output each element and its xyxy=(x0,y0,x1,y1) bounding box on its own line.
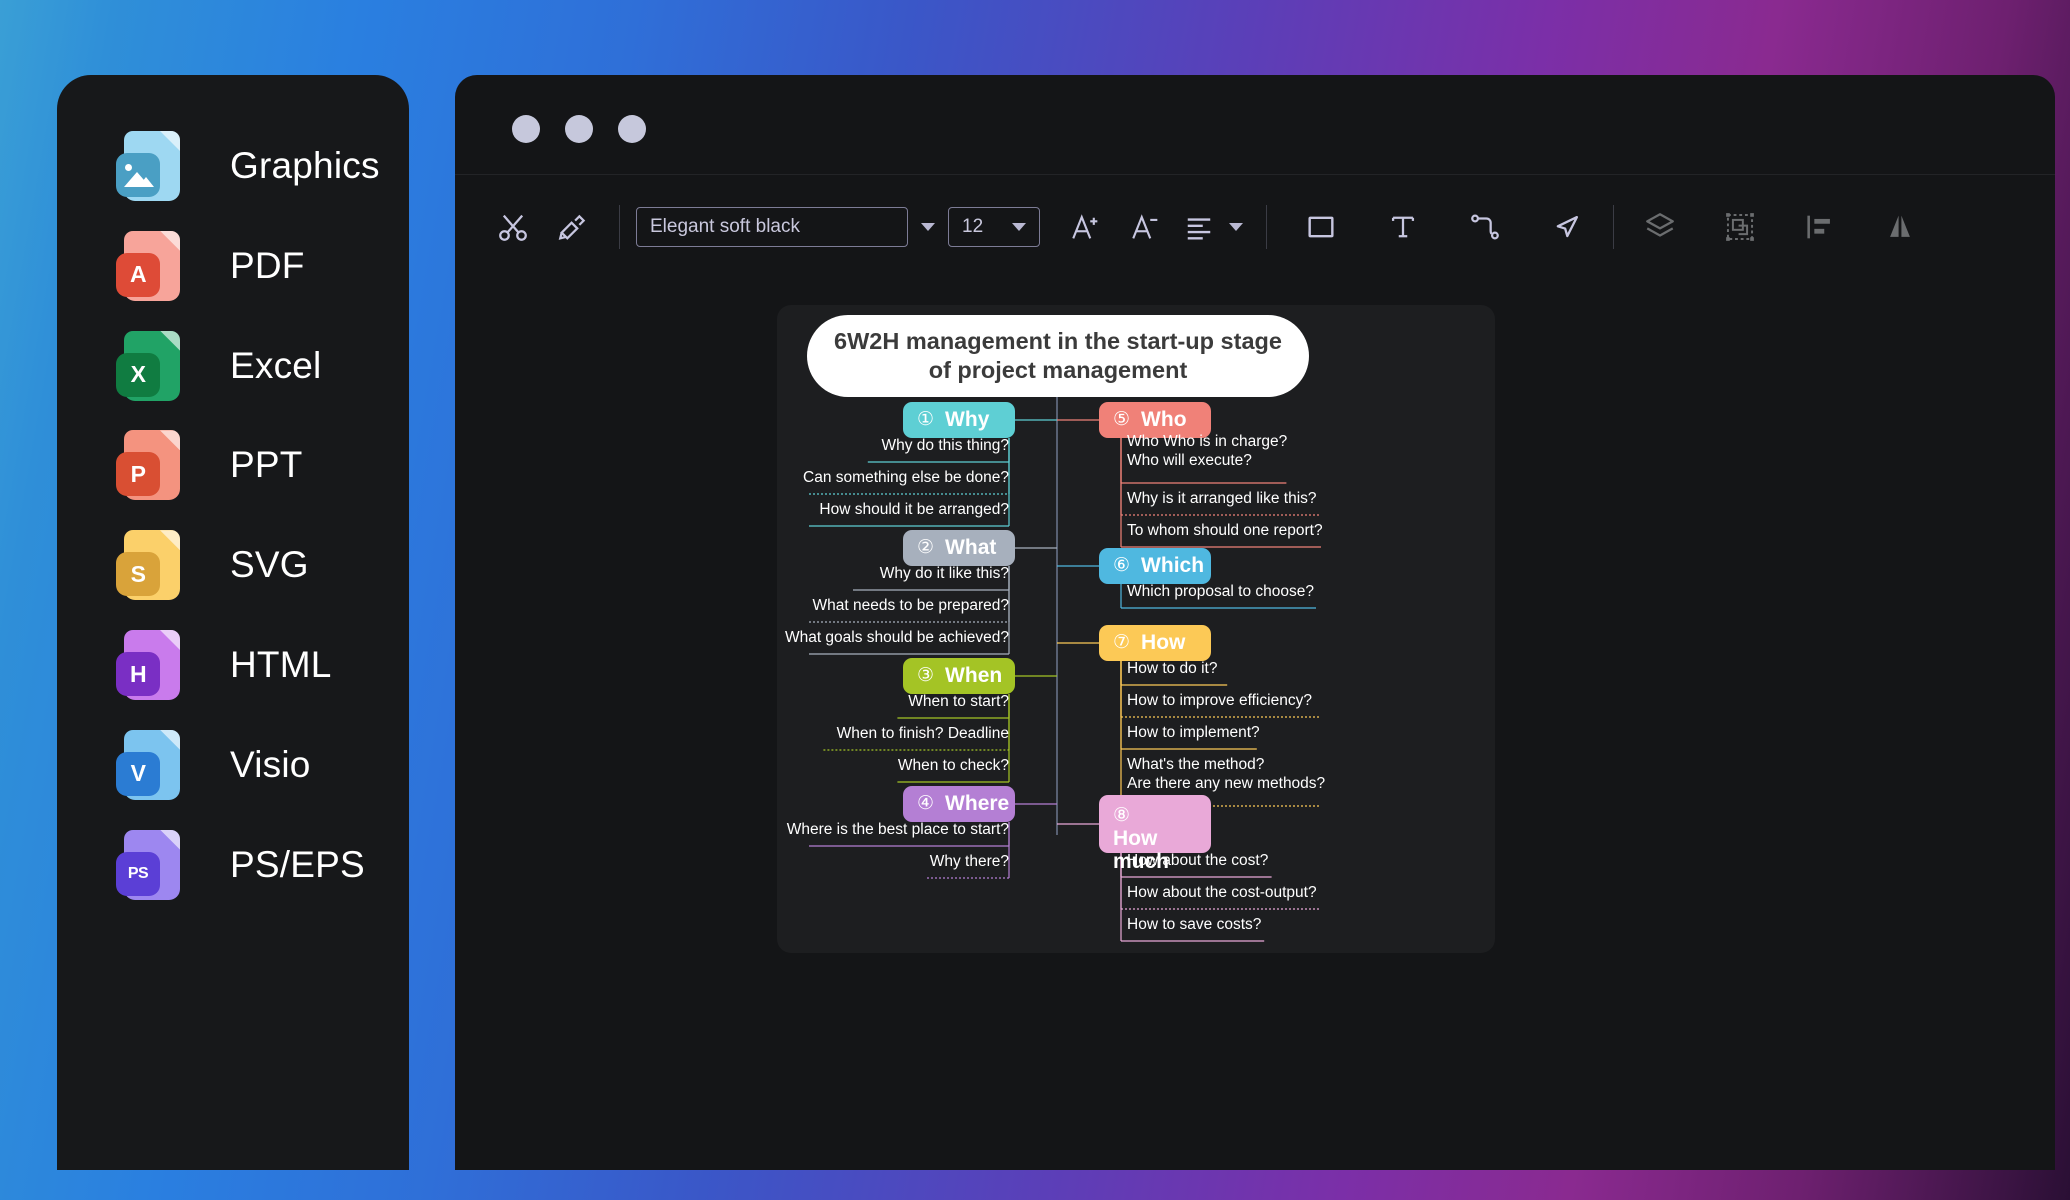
branch-label: How xyxy=(1141,631,1186,655)
window-titlebar xyxy=(455,75,2055,175)
svg-file-icon: S xyxy=(116,528,190,602)
branch-number: ④ xyxy=(917,792,935,814)
toolbar-separator-1 xyxy=(619,204,620,249)
format-sidebar: Graphics A PDF X Excel P PPT S SVG H HTML V Visio PS P… xyxy=(57,75,409,1170)
branch-number: ⑤ xyxy=(1113,408,1131,430)
toolbar-separator-3 xyxy=(1613,204,1614,249)
diagram-canvas[interactable]: 6W2H management in the start-up stage of… xyxy=(777,305,1495,953)
flip-mirror-icon[interactable] xyxy=(1870,197,1930,257)
mindmap-leaf[interactable]: How about the cost-output? xyxy=(1127,884,1317,906)
branch-label: Who xyxy=(1141,408,1187,432)
mindmap-leaf[interactable]: When to finish? Deadline xyxy=(837,725,1009,747)
branch-label: Which xyxy=(1141,554,1205,578)
increase-font-size-icon[interactable] xyxy=(1056,197,1116,257)
branch-label: Where xyxy=(945,792,1010,816)
sidebar-item-label: SVG xyxy=(230,544,309,586)
shape-rectangle-icon[interactable] xyxy=(1291,197,1351,257)
text-align-icon[interactable] xyxy=(1176,197,1222,257)
font-size-input[interactable]: 12 xyxy=(948,206,1040,247)
sidebar-item-label: PS/EPS xyxy=(230,843,365,885)
font-size-value: 12 xyxy=(962,215,984,237)
branch-number: ③ xyxy=(917,664,935,686)
mindmap-leaf[interactable]: Can something else be done? xyxy=(803,469,1009,491)
branch-number: ⑥ xyxy=(1113,554,1131,576)
mindmap-leaf[interactable]: Why do this thing? xyxy=(881,437,1009,459)
mindmap-root-node[interactable]: 6W2H management in the start-up stage of… xyxy=(807,315,1309,397)
branch-label: Why xyxy=(945,408,990,432)
sidebar-item-label: PDF xyxy=(230,244,305,286)
mindmap-branch-how[interactable]: ⑦ How xyxy=(1099,625,1211,661)
mind-map: 6W2H management in the start-up stage of… xyxy=(777,305,1495,953)
sidebar-item-label: Visio xyxy=(230,743,311,785)
branch-label: When xyxy=(945,664,1003,688)
branch-number: ⑧ xyxy=(1113,805,1131,826)
layers-icon[interactable] xyxy=(1630,197,1690,257)
cut-icon[interactable] xyxy=(483,197,543,257)
chevron-down-icon xyxy=(1012,222,1026,231)
graphics-file-icon xyxy=(116,129,190,203)
branch-number: ⑦ xyxy=(1113,631,1131,653)
editor-toolbar: Elegant soft black 12 xyxy=(455,175,2055,278)
text-tool-icon[interactable] xyxy=(1373,197,1433,257)
mindmap-branch-where[interactable]: ④ Where xyxy=(903,786,1015,822)
connector-icon[interactable] xyxy=(1455,197,1515,257)
mindmap-leaf[interactable]: When to start? xyxy=(908,693,1009,715)
mindmap-leaf[interactable]: How should it be arranged? xyxy=(819,501,1009,523)
align-left-icon[interactable] xyxy=(1790,197,1850,257)
mindmap-branch-how-much[interactable]: ⑧ How much xyxy=(1099,795,1211,873)
branch-label: What xyxy=(945,536,997,560)
mindmap-leaf[interactable]: Why is it arranged like this? xyxy=(1127,490,1317,512)
sidebar-item-ps-eps[interactable]: PS PS/EPS xyxy=(57,799,409,931)
ps-file-icon: PS xyxy=(116,828,190,902)
chevron-down-icon xyxy=(1229,222,1243,231)
sidebar-item-label: PPT xyxy=(230,444,303,486)
format-painter-icon[interactable] xyxy=(543,197,603,257)
editor-window: Elegant soft black 12 6W2H management in… xyxy=(455,75,2055,1170)
branch-number: ① xyxy=(917,408,935,430)
mindmap-leaf[interactable]: How to implement? xyxy=(1127,724,1260,746)
mindmap-leaf[interactable]: What needs to be prepared? xyxy=(813,597,1009,619)
pdf-file-icon: A xyxy=(116,229,190,303)
mindmap-leaf[interactable]: How about the cost? xyxy=(1127,852,1268,874)
branch-number: ② xyxy=(917,536,935,558)
mindmap-leaf[interactable]: Where is the best place to start? xyxy=(787,821,1009,843)
mindmap-branch-what[interactable]: ② What xyxy=(903,530,1015,566)
mindmap-branch-which[interactable]: ⑥ Which xyxy=(1099,548,1211,584)
chevron-down-icon xyxy=(921,222,935,231)
group-objects-icon[interactable] xyxy=(1710,197,1770,257)
mindmap-leaf[interactable]: How to save costs? xyxy=(1127,916,1261,938)
visio-file-icon: V xyxy=(116,728,190,802)
style-name-input[interactable]: Elegant soft black xyxy=(636,206,908,247)
mindmap-leaf[interactable]: What goals should be achieved? xyxy=(785,629,1009,651)
decrease-font-size-icon[interactable] xyxy=(1116,197,1176,257)
minimize-button[interactable] xyxy=(565,115,593,143)
style-name-value: Elegant soft black xyxy=(650,215,800,237)
excel-file-icon: X xyxy=(116,329,190,403)
sidebar-item-label: Graphics xyxy=(230,145,380,186)
mindmap-leaf[interactable]: Which proposal to choose? xyxy=(1127,583,1314,605)
mindmap-leaf[interactable]: Why do it like this? xyxy=(880,565,1009,587)
mindmap-leaf[interactable]: How to do it? xyxy=(1127,660,1217,682)
mindmap-branch-why[interactable]: ① Why xyxy=(903,402,1015,438)
mindmap-leaf[interactable]: Why there? xyxy=(930,853,1009,875)
ppt-file-icon: P xyxy=(116,428,190,502)
mindmap-leaf[interactable]: To whom should one report? xyxy=(1127,522,1323,544)
pointer-select-icon[interactable] xyxy=(1537,197,1597,257)
style-dropdown-icon[interactable] xyxy=(908,207,948,247)
sidebar-item-label: HTML xyxy=(230,644,332,685)
mindmap-leaf[interactable]: What's the method? Are there any new met… xyxy=(1127,756,1325,797)
close-button[interactable] xyxy=(512,115,540,143)
maximize-button[interactable] xyxy=(618,115,646,143)
sidebar-item-label: Excel xyxy=(230,344,322,386)
html-file-icon: H xyxy=(116,628,190,702)
mindmap-leaf[interactable]: How to improve efficiency? xyxy=(1127,692,1312,714)
mindmap-leaf[interactable]: When to check? xyxy=(898,757,1009,779)
mindmap-branch-when[interactable]: ③ When xyxy=(903,658,1015,694)
toolbar-separator-2 xyxy=(1266,204,1267,249)
align-dropdown-icon[interactable] xyxy=(1222,207,1250,247)
mindmap-leaf[interactable]: Who Who is in charge? Who will execute? xyxy=(1127,433,1287,474)
